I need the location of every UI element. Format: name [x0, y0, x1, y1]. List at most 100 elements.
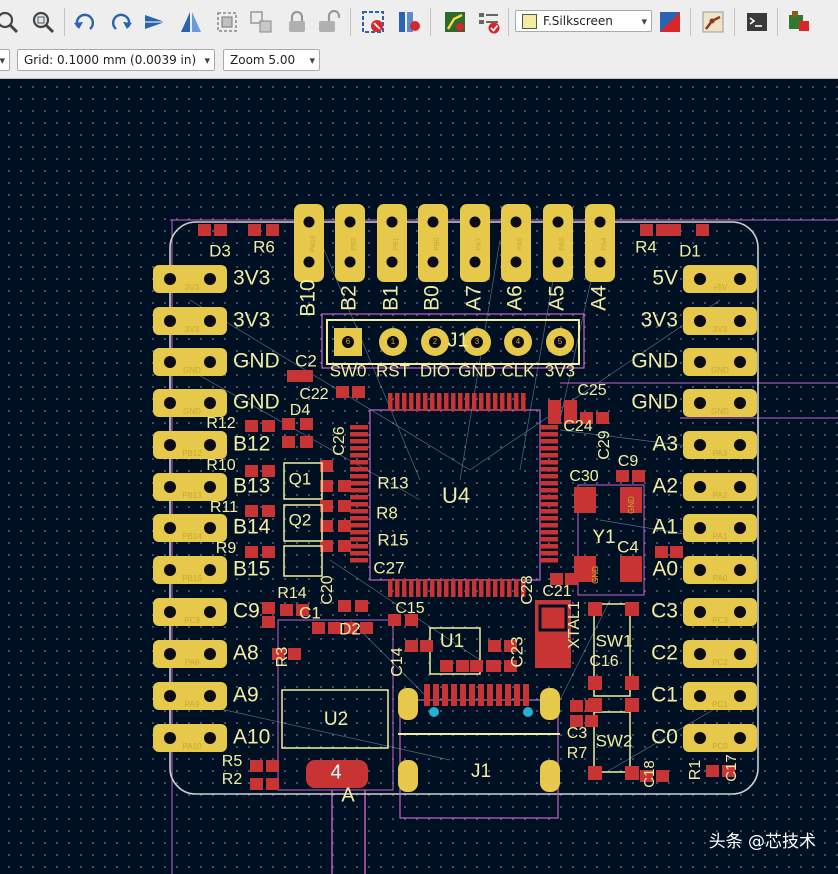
board-setup-icon[interactable]: [784, 6, 814, 38]
unlock-icon[interactable]: [314, 6, 344, 38]
smd-pad: [440, 660, 453, 672]
left-pad-hole: [164, 648, 176, 660]
ref-label: R14: [277, 585, 306, 602]
layer-pair-icon[interactable]: [655, 6, 685, 38]
u4-pad-left: [350, 453, 368, 458]
right-pad-net: GND: [711, 407, 729, 416]
previous-combo[interactable]: ▾: [0, 49, 10, 71]
route-icon[interactable]: [440, 6, 470, 38]
top-pad-hole: [303, 216, 315, 228]
u4-pad-bottom: [500, 579, 505, 597]
left-pin-label: 3V3: [233, 309, 270, 332]
group-icon[interactable]: [212, 6, 242, 38]
ref-label: XTAL1: [566, 601, 583, 649]
top-pad-net: PB1: [393, 237, 400, 250]
top-pad-hole: [344, 216, 356, 228]
ref-label: C21: [542, 583, 571, 600]
left-pad-net: PA9: [185, 700, 200, 709]
grid-select-label: Grid: 0.1000 mm (0.0039 in): [24, 53, 197, 67]
flip-icon[interactable]: [140, 6, 170, 38]
right-pin-label: GND: [631, 391, 678, 414]
left-pin-label: A9: [233, 684, 259, 707]
right-pad-net: PA0: [713, 574, 728, 583]
left-pad-net: PC9: [184, 616, 200, 625]
u4-pad-top: [472, 393, 477, 411]
toolbar-separator: [350, 8, 351, 36]
smd-pad: [338, 500, 351, 512]
top-pad-hole: [427, 216, 439, 228]
u4-pad-top: [479, 393, 484, 411]
pcb-canvas[interactable]: 3V3 5V 3V3 +5V 3V3 3V3 3V3 3V3 GND GND GND GND GND GN…: [0, 79, 838, 874]
switch-pad: [588, 602, 602, 616]
left-pad-hole: [204, 273, 216, 285]
top-pin-label: A4: [588, 285, 611, 311]
net-highlight-icon[interactable]: [358, 6, 388, 38]
left-pin-label: B14: [233, 516, 271, 539]
ref-label: C3: [567, 725, 588, 742]
redo-rotate-icon[interactable]: [106, 6, 136, 38]
u4-pad-bottom: [416, 579, 421, 597]
u4-pad-bottom: [430, 579, 435, 597]
right-pad-net: +5V: [713, 283, 728, 292]
u4-pad-bottom: [465, 579, 470, 597]
u4-pad-right: [540, 502, 558, 507]
footprint-editor-icon[interactable]: [698, 6, 728, 38]
zoom-fit-icon[interactable]: [0, 6, 22, 38]
smd-pad: [352, 386, 365, 398]
top-pad-hole: [552, 256, 564, 268]
ungroup-icon[interactable]: [246, 6, 276, 38]
toolbar-separator: [690, 8, 691, 36]
zoom-area-icon[interactable]: [28, 6, 58, 38]
ref-label: U1: [440, 631, 464, 652]
smd-pad: [696, 224, 709, 236]
pad-fab-label: 5: [558, 337, 563, 346]
smd-pad: [262, 420, 275, 432]
u4-pad-bottom: [423, 579, 428, 597]
right-pin-label: C0: [651, 726, 678, 749]
smd-pad: [336, 386, 349, 398]
u4-pad-left: [350, 509, 368, 514]
inspect-icon[interactable]: [394, 6, 424, 38]
switch-pad: [625, 698, 639, 712]
u4-pad-bottom: [493, 579, 498, 597]
smd-pad: [488, 660, 501, 672]
u4-pad-bottom: [479, 579, 484, 597]
smd-pad: [198, 224, 211, 236]
zoom-select[interactable]: Zoom 5.00 ▾: [223, 49, 320, 71]
undo-rotate-icon[interactable]: [70, 6, 100, 38]
u4-pad-bottom: [395, 579, 400, 597]
mirror-icon[interactable]: [176, 6, 206, 38]
left-pin-label: C9: [233, 600, 260, 623]
top-pad-hole: [510, 256, 522, 268]
left-pad-hole: [204, 606, 216, 618]
ref-label: 4: [330, 761, 341, 783]
left-pin-label: B13: [233, 475, 270, 498]
left-pad-hole: [164, 690, 176, 702]
left-pin-label: A10: [233, 726, 270, 749]
ref-label: C28: [519, 575, 536, 604]
toolbar-separator: [777, 8, 778, 36]
smd-pad: [338, 600, 351, 612]
left-pad-net: PA10: [183, 742, 203, 751]
left-pad-net: 3V3: [185, 283, 200, 292]
header-pin-label: DIO: [420, 361, 450, 380]
ref-label: C16: [589, 653, 618, 670]
header-pin-label: GND: [458, 361, 496, 380]
y1-pad: [574, 487, 596, 513]
left-pad-hole: [164, 606, 176, 618]
left-pad-hole: [164, 315, 176, 327]
right-pad-hole: [694, 315, 706, 327]
layer-select[interactable]: F.Silkscreen ▾: [515, 10, 652, 32]
scripting-console-icon[interactable]: [742, 6, 772, 38]
u4-pad-right: [540, 495, 558, 500]
u4-pad-right: [540, 460, 558, 465]
smd-pad: [262, 546, 275, 558]
lock-icon[interactable]: [282, 6, 312, 38]
right-pad-hole: [734, 356, 746, 368]
drc-icon[interactable]: [474, 6, 504, 38]
grid-select[interactable]: Grid: 0.1000 mm (0.0039 in) ▾: [17, 49, 215, 71]
left-pad-hole: [204, 564, 216, 576]
smd-pad: [355, 600, 368, 612]
smd-pad: [564, 400, 577, 412]
usb-shield-pad: [398, 688, 418, 720]
